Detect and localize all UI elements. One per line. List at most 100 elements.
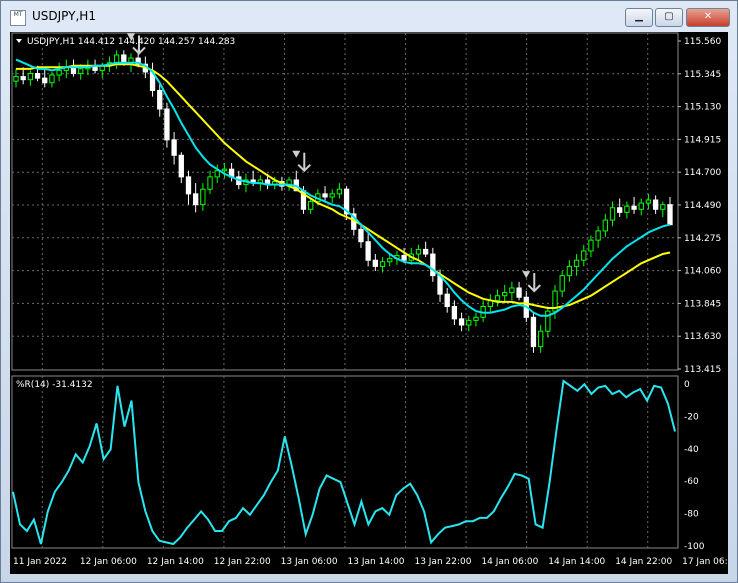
candle — [422, 248, 429, 255]
candle — [214, 170, 220, 178]
indicator-tick-label: -20 — [684, 412, 699, 422]
candle — [573, 259, 580, 267]
candle — [444, 293, 450, 308]
candle — [415, 248, 422, 255]
chart-window: MT USDJPY,H1 ▁ ▢ ✕ 115.560 115.345 115.130… — [0, 0, 738, 583]
candle — [56, 69, 62, 76]
candle — [430, 253, 436, 277]
time-axis-label: 12 Jan 14:00 — [147, 557, 204, 567]
candle — [185, 176, 192, 195]
window-title: USDJPY,H1 — [32, 9, 96, 23]
price-tick-label: 114.275 — [684, 234, 721, 244]
candle — [121, 54, 127, 64]
candle — [193, 193, 199, 206]
candle — [473, 316, 479, 321]
price-tick-label: 115.130 — [684, 103, 721, 113]
price-tick-label: 115.560 — [684, 37, 721, 47]
candles — [13, 48, 673, 353]
candle — [667, 204, 673, 226]
candle — [171, 139, 177, 156]
close-button[interactable]: ✕ — [686, 8, 730, 27]
price-tick-label: 114.060 — [684, 267, 721, 277]
candle — [559, 275, 565, 292]
candle — [42, 77, 48, 84]
price-tick-label: 115.345 — [684, 70, 721, 80]
time-axis-label: 11 Jan 2022 — [13, 557, 67, 567]
candle — [113, 54, 120, 64]
candle — [509, 287, 515, 294]
candle — [13, 76, 19, 82]
candle — [588, 239, 594, 252]
candle — [401, 255, 407, 261]
candle — [581, 250, 587, 261]
price-tick-label: 113.415 — [684, 365, 721, 375]
candle — [494, 295, 501, 301]
chart-canvas[interactable]: 115.560 115.345 115.130 114.915 114.700 114.4… — [10, 32, 738, 574]
axes: 115.560 115.345 115.130 114.915 114.700 114.4… — [13, 37, 738, 567]
price-tick-label: 113.845 — [684, 299, 721, 309]
candle — [502, 292, 508, 297]
main-chart-info-label: USDJPY,H1 144.412 144.420 144.257 144.28… — [27, 37, 235, 47]
candle — [602, 219, 608, 232]
indicator-tick-label: 0 — [684, 380, 690, 390]
time-axis-label: 12 Jan 22:00 — [214, 557, 271, 567]
time-axis-label: 14 Jan 22:00 — [615, 557, 672, 567]
grid — [11, 32, 679, 549]
candle — [200, 188, 206, 206]
candle — [537, 330, 544, 348]
signal-star-icon — [522, 271, 531, 279]
candle — [178, 154, 184, 178]
time-axis-label: 13 Jan 22:00 — [414, 557, 471, 567]
candle — [34, 72, 41, 79]
signal-markers — [126, 33, 541, 293]
candle — [358, 228, 364, 243]
candle — [322, 193, 328, 198]
price-tick-label: 114.700 — [684, 168, 721, 178]
time-axis-label: 17 Jan 06:00 — [682, 557, 728, 567]
candle — [466, 319, 472, 326]
candle — [595, 230, 601, 241]
candle — [660, 204, 666, 210]
williams-r-indicator — [12, 379, 676, 546]
symbol-dropdown-icon[interactable] — [16, 39, 22, 43]
candle — [516, 287, 522, 298]
candle — [157, 89, 163, 110]
candle — [451, 306, 458, 320]
indicator-tick-label: -100 — [684, 542, 705, 552]
williams-r-line — [12, 379, 676, 546]
title-bar[interactable]: MT USDJPY,H1 ▁ ▢ ✕ — [1, 1, 737, 33]
moving-averages — [15, 58, 671, 317]
price-tick-label: 113.630 — [684, 332, 721, 342]
candle — [78, 68, 84, 74]
candle — [365, 241, 371, 261]
signal-star-icon — [292, 150, 301, 158]
candle — [329, 193, 335, 198]
candle — [379, 261, 386, 267]
candle — [221, 168, 228, 172]
moving-average-fast-line — [15, 58, 671, 317]
candle — [207, 176, 213, 190]
price-tick-label: 114.915 — [684, 135, 721, 145]
candle — [308, 201, 314, 210]
candle — [27, 72, 34, 81]
indicator-label: %R(14) -31.4132 — [16, 380, 93, 390]
time-axis-label: 14 Jan 06:00 — [481, 557, 538, 567]
candle — [530, 316, 537, 348]
candle — [652, 199, 659, 210]
maximize-button[interactable]: ▢ — [655, 8, 683, 27]
candle — [624, 205, 630, 213]
indicator-tick-label: -40 — [684, 445, 699, 455]
candle — [387, 258, 393, 263]
candle — [638, 202, 644, 210]
candle — [566, 265, 573, 277]
candle — [20, 76, 26, 81]
candle — [645, 199, 652, 204]
candle — [609, 207, 616, 221]
candle — [372, 259, 378, 267]
indicator-tick-label: -80 — [684, 510, 699, 520]
time-axis-label: 13 Jan 14:00 — [348, 557, 405, 567]
chart-app-icon: MT — [10, 10, 26, 26]
chart-area[interactable]: 115.560 115.345 115.130 114.915 114.700 114.4… — [10, 32, 738, 574]
candle — [631, 205, 637, 210]
minimize-button[interactable]: ▁ — [625, 8, 653, 27]
